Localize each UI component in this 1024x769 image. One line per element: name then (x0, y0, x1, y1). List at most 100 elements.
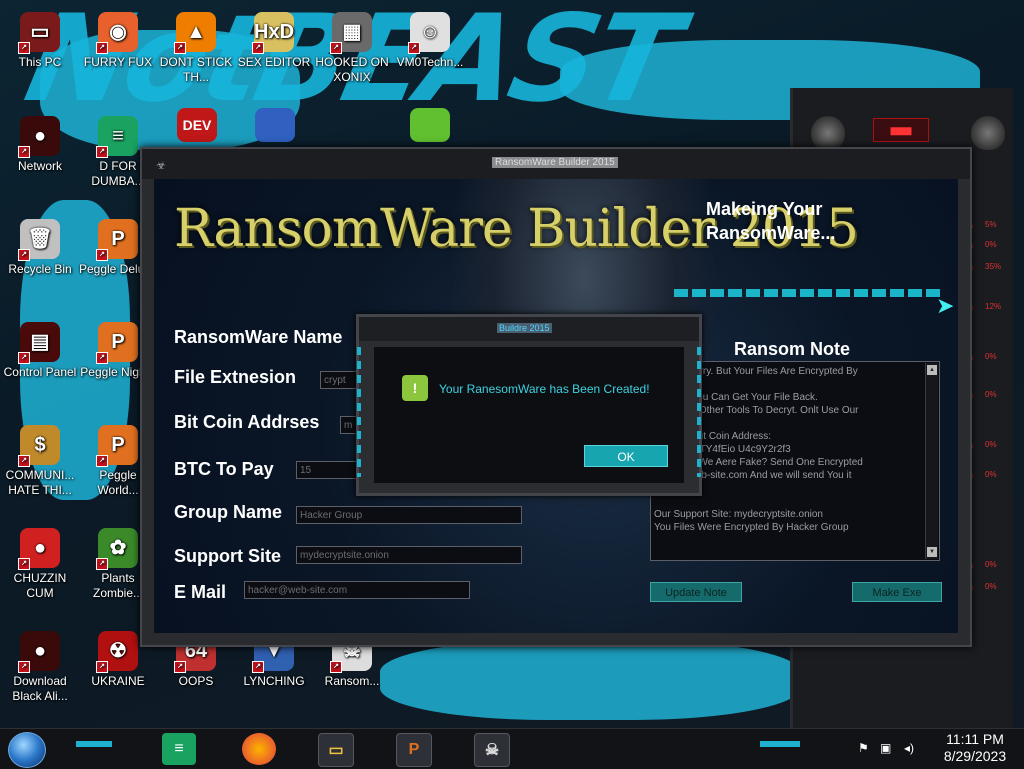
builder-dialog: Buildre 2015 ! Your RanesomWare has Been… (356, 314, 702, 496)
alien-head-icon (971, 116, 1005, 150)
file-explorer-icon[interactable]: ▭ (318, 733, 354, 767)
ok-button[interactable]: OK (584, 445, 668, 467)
desktop-icon[interactable]: ▦ ↗ HOOKED ON XONIX (312, 8, 392, 85)
btc-to-pay-label: BTC To Pay (174, 459, 274, 479)
shortcut-arrow-icon: ↗ (174, 661, 186, 673)
desktop-icon-label: Download Black Ali... (12, 674, 68, 703)
taskbar: ≡ ▭ P ☠ ⚑ ▣ ◂) 11:11 PM 8/29/2023 (0, 728, 1024, 769)
desktop-icon-label: SEX EDITOR (237, 55, 311, 69)
progress-bar (674, 287, 944, 299)
desktop-icon[interactable]: ◉ ↗ FURRY FUX (78, 8, 158, 70)
desktop-icon[interactable]: 🗑 ↗ Recycle Bin (0, 215, 80, 277)
desktop-icon-label: This PC (18, 55, 62, 69)
desktop-icon[interactable]: ▲ ↗ DONT STICK TH... (156, 8, 236, 85)
note-scrollbar[interactable]: ▲ ▼ (925, 363, 938, 559)
dialog-titlebar[interactable]: Buildre 2015 (359, 317, 699, 341)
dev-icon[interactable]: DEV (177, 108, 217, 142)
shortcut-arrow-icon: ↗ (18, 661, 30, 673)
desktop-icon[interactable]: ☺ ↗ VM0Techn... (390, 8, 470, 70)
peggle-icon: P ↗ (96, 219, 138, 261)
taskbar-lights (760, 741, 800, 747)
shortcut-arrow-icon: ↗ (330, 42, 342, 54)
desktop-icon[interactable]: ▭ ↗ This PC (0, 8, 80, 70)
desktop-icon-label: CHUZZIN CUM (13, 571, 67, 600)
shortcut-arrow-icon: ↗ (252, 661, 264, 673)
peggle-icon[interactable]: P (396, 733, 432, 767)
ransomware-name-label: RansomWare Name (174, 327, 343, 347)
desktop-icon-label: Recycle Bin (8, 262, 72, 276)
alien-head-icon (811, 116, 845, 150)
control-panel-icon: ▤ ↗ (18, 322, 60, 364)
progress-message: Makeing Your RansomWare... (706, 199, 836, 243)
start-button[interactable] (8, 732, 46, 768)
desktop-icon[interactable]: HxD ↗ SEX EDITOR (234, 8, 314, 70)
shortcut-arrow-icon: ↗ (330, 661, 342, 673)
dialog-title: Buildre 2015 (497, 323, 552, 333)
volume-icon[interactable]: ◂) (904, 741, 920, 755)
note-line: You Files Were Encrypted By Hacker Group (654, 522, 849, 533)
support-site-input[interactable]: mydecryptsite.onion (296, 546, 522, 564)
group-name-input[interactable]: Hacker Group (296, 506, 522, 524)
google-docs-icon[interactable]: ≡ (162, 733, 196, 765)
desktop-icon-label: LYNCHING (243, 674, 305, 688)
desktop-icon-label: DONT STICK TH... (159, 55, 233, 84)
shortcut-arrow-icon: ↗ (408, 42, 420, 54)
shortcut-arrow-icon: ↗ (96, 352, 108, 364)
alienware-icon: ● ↗ (18, 631, 60, 673)
skull-icon[interactable]: ☠ (474, 733, 510, 767)
desktop-icon-label: Control Panel (3, 365, 77, 379)
chuzzle-icon: ● ↗ (18, 528, 60, 570)
scroll-up-icon[interactable]: ▲ (927, 365, 937, 375)
email-label: E Mail (174, 582, 227, 602)
desktop-icon-label: Ransom... (324, 674, 380, 688)
mouse-cursor-icon: ➤ (936, 293, 955, 318)
window-icon[interactable] (255, 108, 295, 142)
file-extension-input[interactable]: crypt (320, 371, 360, 389)
clock-date: 8/29/2023 (943, 748, 1007, 764)
dialog-body: ! Your RanesomWare has Been Created! OK (374, 347, 684, 483)
lime-icon[interactable] (410, 108, 450, 142)
note-line: Our Support Site: mydecryptsite.onion (654, 509, 823, 520)
vlc-icon: ▲ ↗ (174, 12, 216, 54)
desktop-icon[interactable]: ● ↗ Network (0, 112, 80, 174)
firefox-icon[interactable] (242, 733, 276, 765)
shortcut-arrow-icon: ↗ (18, 249, 30, 261)
doctor-icon: ☺ ↗ (408, 12, 450, 54)
system-clock[interactable]: 11:11 PM 8/29/2023 (930, 731, 1020, 765)
network-icon: ● ↗ (18, 116, 60, 158)
desktop-icon[interactable]: $ ↗ COMMUNI... HATE THI... (0, 421, 80, 498)
shortcut-arrow-icon: ↗ (18, 42, 30, 54)
email-input[interactable]: hacker@web-site.com (244, 581, 470, 599)
google-docs-icon: ≡ ↗ (96, 116, 138, 158)
update-note-button[interactable]: Update Note (650, 582, 742, 602)
shortcut-arrow-icon: ↗ (96, 661, 108, 673)
make-exe-button[interactable]: Make Exe (852, 582, 942, 602)
desktop-icon[interactable]: ▤ ↗ Control Panel (0, 318, 80, 380)
desktop-icon[interactable]: ● ↗ CHUZZIN CUM (0, 524, 80, 601)
shortcut-arrow-icon: ↗ (252, 42, 264, 54)
hxd-editor-icon: HxD ↗ (252, 12, 294, 54)
taskbar-lights (76, 741, 112, 747)
scroll-down-icon[interactable]: ▼ (927, 547, 937, 557)
dialog-side-lights (357, 347, 361, 477)
desktop-icon-label: FURRY FUX (83, 55, 153, 69)
network-tray-icon[interactable]: ▣ (880, 741, 896, 755)
desktop-icon-label: VM0Techn... (396, 55, 464, 69)
meter-percent: 0% (985, 582, 997, 591)
flag-icon[interactable]: ⚑ (858, 741, 874, 755)
app-icon: ☣ (156, 160, 166, 172)
shortcut-arrow-icon: ↗ (96, 146, 108, 158)
btc-to-pay-input[interactable]: 15 (296, 461, 360, 479)
meter-percent: 0% (985, 240, 997, 249)
app-titlebar[interactable]: ☣ RansomWare Builder 2015 (142, 149, 970, 179)
note-line (654, 495, 919, 508)
dialog-side-lights (697, 347, 701, 477)
meter-percent: 0% (985, 440, 997, 449)
support-site-label: Support Site (174, 546, 281, 566)
desktop-icon-label: UKRAINE (91, 674, 145, 688)
desktop-icon[interactable]: ● ↗ Download Black Ali... (0, 627, 80, 704)
peggle-world-icon: P ↗ (96, 425, 138, 467)
dialog-message: Your RanesomWare has Been Created! (439, 382, 650, 396)
computer-icon: ▭ ↗ (18, 12, 60, 54)
desktop-icon-label: Network (17, 159, 62, 173)
